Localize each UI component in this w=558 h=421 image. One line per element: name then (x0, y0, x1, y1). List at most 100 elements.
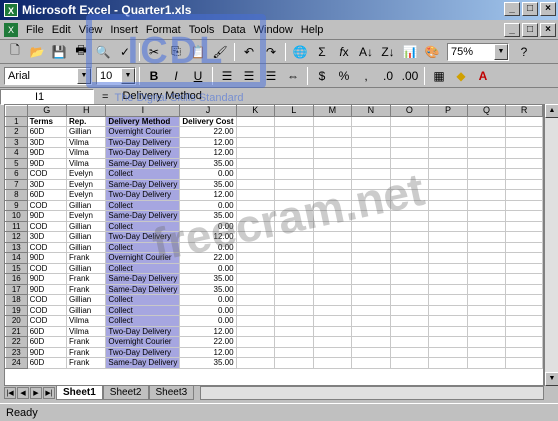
menu-insert[interactable]: Insert (106, 24, 142, 36)
cell-empty[interactable] (312, 210, 353, 222)
row-header[interactable]: 12 (5, 231, 28, 243)
cell-delivery-cost[interactable]: 35.00 (179, 357, 237, 369)
cell-rep[interactable]: Vilma (65, 315, 107, 327)
decrease-decimal-icon[interactable]: .00 (399, 66, 421, 86)
cell-empty[interactable] (466, 147, 507, 159)
cell-terms[interactable]: 60D (26, 325, 67, 337)
row-header[interactable]: 1 (5, 115, 28, 127)
cell-empty[interactable] (389, 273, 430, 285)
cell-rep[interactable]: Evelyn (65, 210, 107, 222)
cell-empty[interactable] (428, 189, 468, 201)
cell-delivery-method[interactable]: Same-Day Delivery (105, 357, 181, 369)
cell-delivery-cost[interactable]: 12.00 (179, 346, 237, 358)
row-header[interactable]: 19 (5, 304, 28, 316)
cell-empty[interactable] (389, 115, 430, 127)
cell-empty[interactable] (428, 168, 468, 180)
cell-rep[interactable]: Vilma (65, 147, 107, 159)
cell-empty[interactable] (466, 325, 507, 337)
cell-terms[interactable]: 90D (26, 283, 67, 295)
cell-empty[interactable] (428, 220, 468, 232)
cell-empty[interactable] (235, 210, 276, 222)
sort-descending-icon[interactable]: Z↓ (377, 42, 399, 62)
cell-delivery-cost[interactable]: 35.00 (179, 283, 237, 295)
cell-rep[interactable]: Evelyn (65, 189, 107, 201)
menu-help[interactable]: Help (297, 24, 328, 36)
cell-delivery-method[interactable]: Collect (105, 168, 181, 180)
cell-delivery-method[interactable]: Two-Day Delivery (105, 346, 181, 358)
minimize-button[interactable]: _ (504, 2, 520, 16)
cell-empty[interactable] (466, 126, 507, 138)
column-header[interactable]: K (235, 105, 276, 117)
cell-rep[interactable]: Gillian (65, 199, 107, 211)
cell-empty[interactable] (312, 231, 353, 243)
merge-center-icon[interactable]: ⇔ (282, 66, 304, 86)
cell-empty[interactable] (389, 283, 430, 295)
cell-empty[interactable] (428, 241, 468, 253)
percent-icon[interactable]: % (333, 66, 355, 86)
cell-delivery-cost[interactable]: Delivery Cost (179, 115, 237, 127)
cell-empty[interactable] (428, 199, 468, 211)
name-box[interactable]: I1 (0, 89, 94, 105)
cell-rep[interactable]: Frank (65, 336, 107, 348)
cell-empty[interactable] (274, 220, 314, 232)
cell-empty[interactable] (312, 283, 353, 295)
cell-empty[interactable] (505, 294, 543, 306)
cell-empty[interactable] (351, 273, 391, 285)
cell-delivery-method[interactable]: Collect (105, 262, 181, 274)
chart-wizard-icon[interactable]: 📊 (399, 42, 421, 62)
column-header[interactable]: I (105, 105, 181, 117)
cell-empty[interactable] (505, 136, 543, 148)
document-icon[interactable]: X (4, 22, 18, 37)
row-header[interactable]: 20 (5, 315, 28, 327)
align-right-icon[interactable]: ☰ (260, 66, 282, 86)
cell-empty[interactable] (235, 315, 276, 327)
cell-empty[interactable] (274, 241, 314, 253)
cell-empty[interactable] (505, 189, 543, 201)
cell-empty[interactable] (428, 304, 468, 316)
row-header[interactable]: 17 (5, 283, 28, 295)
cell-empty[interactable] (505, 199, 543, 211)
new-icon[interactable]: 🗋 (4, 42, 26, 62)
cell-empty[interactable] (235, 199, 276, 211)
cell-terms[interactable]: 60D (26, 189, 67, 201)
column-header[interactable]: Q (466, 105, 507, 117)
cell-terms[interactable]: COD (26, 304, 67, 316)
cell-empty[interactable] (312, 220, 353, 232)
format-painter-icon[interactable]: 🖌 (209, 42, 231, 62)
cell-empty[interactable] (274, 231, 314, 243)
spreadsheet-grid[interactable]: G H I J K L M N O P Q R 1 Terms Rep. Delive… (4, 104, 544, 386)
cell-empty[interactable] (351, 189, 391, 201)
vertical-scrollbar[interactable]: ▲ ▼ (544, 104, 558, 386)
italic-icon[interactable]: I (165, 66, 187, 86)
save-icon[interactable]: 💾 (48, 42, 70, 62)
paste-icon[interactable]: 📋 (187, 42, 209, 62)
cell-terms[interactable]: COD (26, 315, 67, 327)
row-header[interactable]: 21 (5, 325, 28, 337)
cell-delivery-method[interactable]: Same-Day Delivery (105, 273, 181, 285)
cell-delivery-method[interactable]: Two-Day Delivery (105, 136, 181, 148)
cell-empty[interactable] (235, 189, 276, 201)
sort-ascending-icon[interactable]: A↓ (355, 42, 377, 62)
cell-empty[interactable] (351, 115, 391, 127)
cell-empty[interactable] (428, 262, 468, 274)
cell-rep[interactable]: Frank (65, 273, 107, 285)
cell-empty[interactable] (235, 147, 276, 159)
cell-empty[interactable] (235, 241, 276, 253)
cell-empty[interactable] (428, 126, 468, 138)
column-header[interactable]: H (65, 105, 107, 117)
cell-empty[interactable] (428, 231, 468, 243)
cell-empty[interactable] (505, 252, 543, 264)
cell-empty[interactable] (312, 199, 353, 211)
cell-rep[interactable]: Frank (65, 283, 107, 295)
cell-empty[interactable] (235, 126, 276, 138)
cell-delivery-cost[interactable]: 35.00 (179, 157, 237, 169)
doc-close-button[interactable]: × (540, 23, 556, 37)
cell-empty[interactable] (312, 241, 353, 253)
cell-empty[interactable] (505, 220, 543, 232)
cell-empty[interactable] (274, 304, 314, 316)
cell-empty[interactable] (428, 115, 468, 127)
menu-file[interactable]: File (22, 24, 48, 36)
cell-empty[interactable] (505, 115, 543, 127)
autosum-icon[interactable]: Σ (311, 42, 333, 62)
cell-empty[interactable] (274, 210, 314, 222)
